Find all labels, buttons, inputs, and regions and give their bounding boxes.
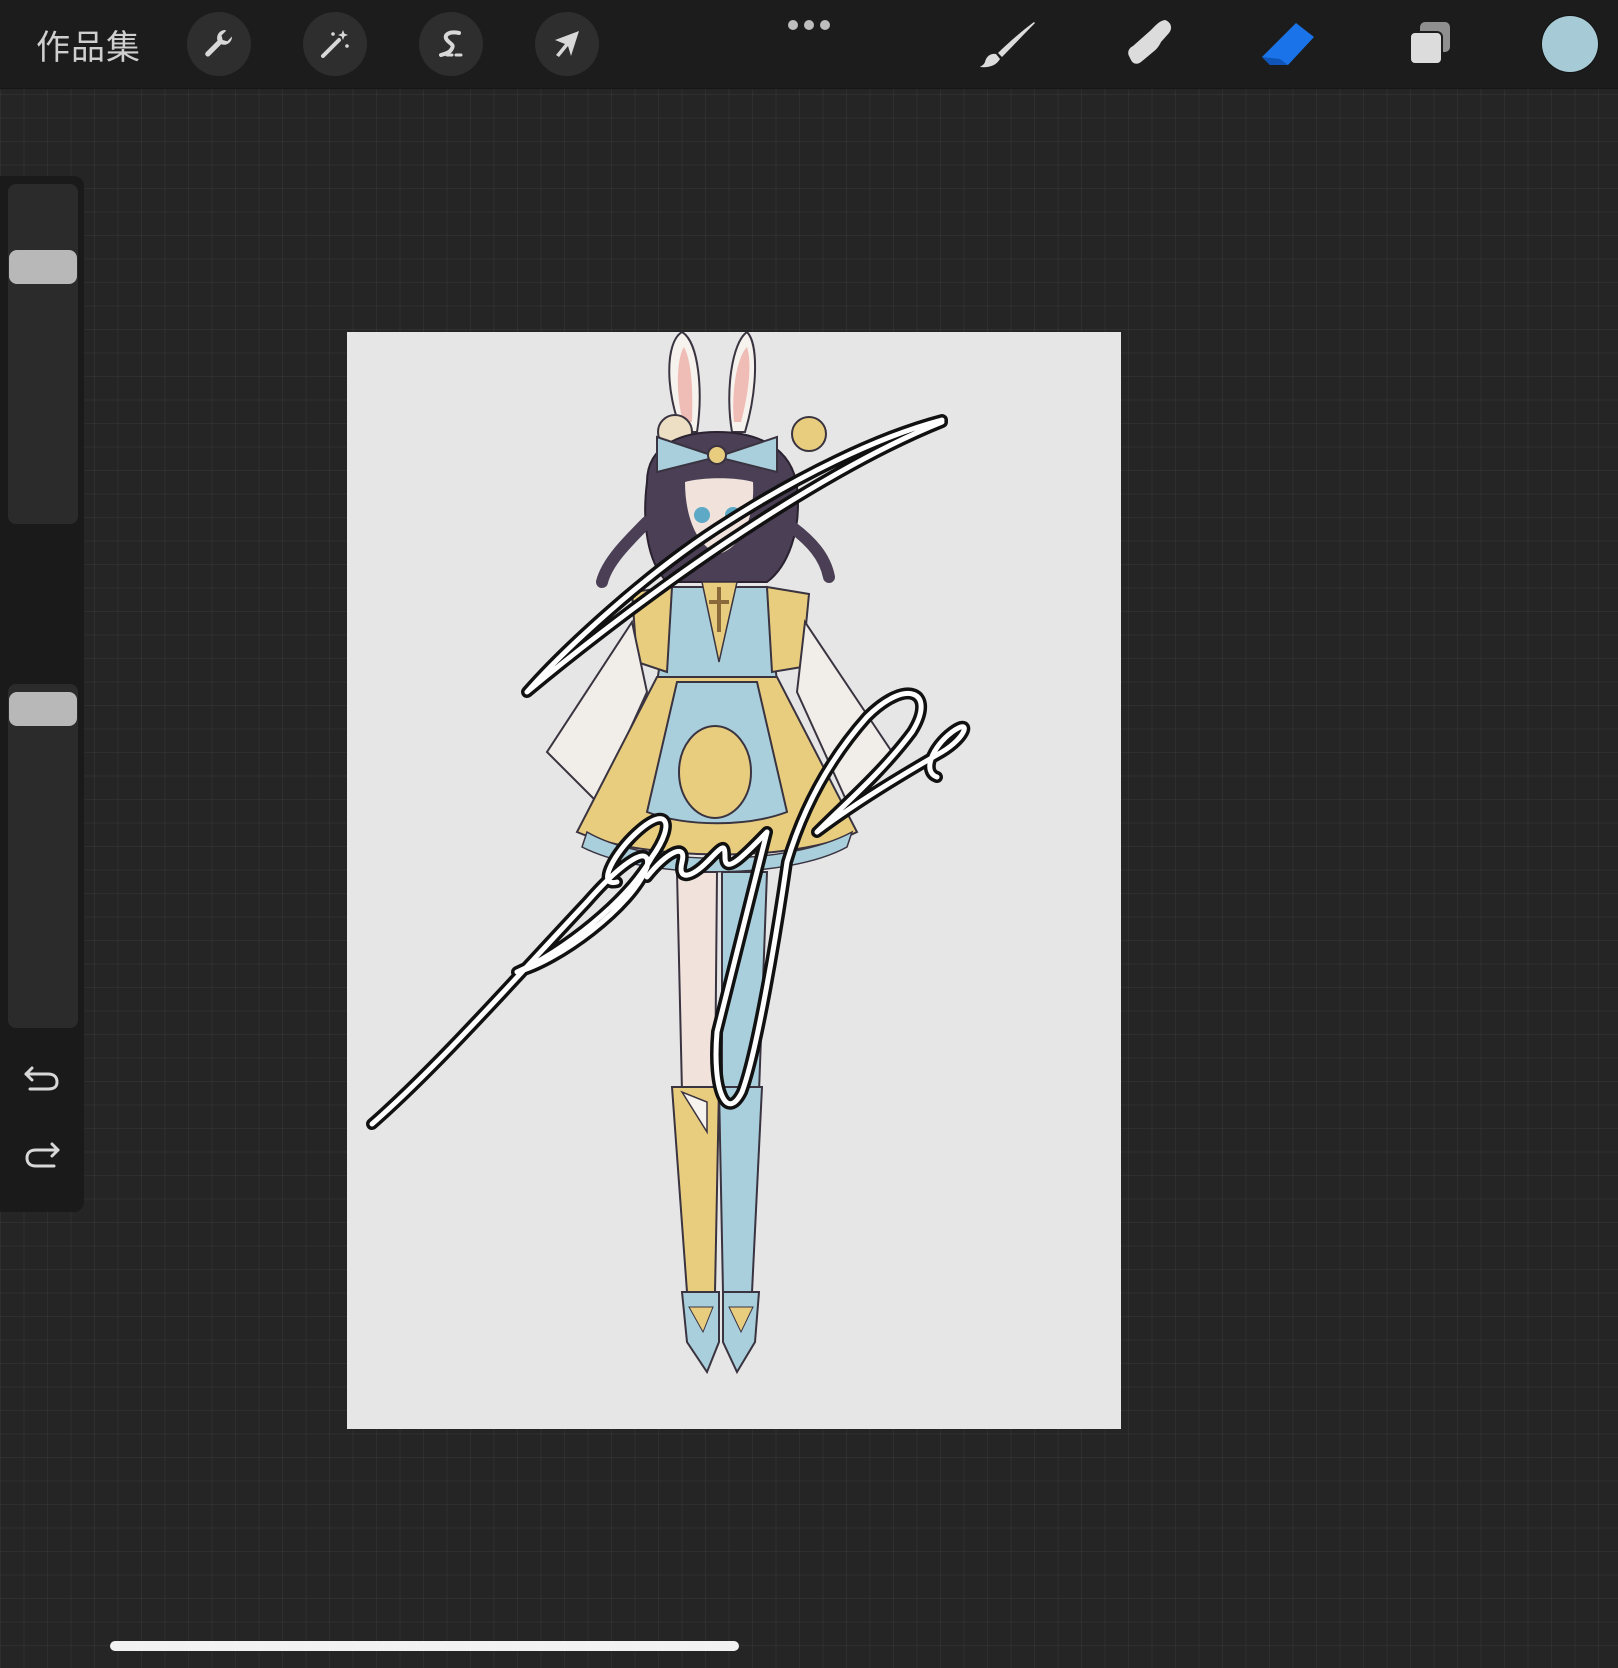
more-dots-icon[interactable]: [786, 18, 832, 32]
character-illustration: [366, 332, 971, 1375]
selection-button[interactable]: [419, 12, 483, 76]
smudge-tool-button[interactable]: [1117, 14, 1181, 74]
gallery-button[interactable]: 作品集: [36, 20, 141, 69]
smudge-finger-icon: [1128, 20, 1172, 64]
top-toolbar: 作品集: [0, 0, 1618, 89]
eraser-icon: [1262, 23, 1314, 65]
transform-button[interactable]: [535, 12, 599, 76]
brush-size-slider[interactable]: [8, 184, 78, 524]
drawing-canvas[interactable]: [347, 332, 1121, 1429]
eraser-tool-button[interactable]: [1256, 14, 1320, 74]
layers-icon: [1409, 22, 1450, 65]
color-picker-button[interactable]: [1542, 16, 1598, 72]
magic-wand-icon: [321, 30, 349, 58]
opacity-slider[interactable]: [8, 684, 78, 1028]
wrench-icon: [205, 30, 233, 57]
actions-button[interactable]: [187, 12, 251, 76]
home-indicator[interactable]: [110, 1641, 739, 1651]
brush-icon: [980, 22, 1035, 68]
redo-icon[interactable]: [20, 1136, 64, 1180]
adjustments-button[interactable]: [303, 12, 367, 76]
brush-size-slider-thumb[interactable]: [9, 250, 77, 284]
layers-button[interactable]: [1398, 14, 1462, 74]
opacity-slider-thumb[interactable]: [9, 692, 77, 726]
left-sidebar: [0, 176, 84, 1212]
selection-s-icon: [439, 30, 465, 57]
undo-icon[interactable]: [20, 1054, 64, 1098]
brush-tool-button[interactable]: [976, 14, 1040, 74]
arrow-cursor-icon: [555, 31, 579, 57]
